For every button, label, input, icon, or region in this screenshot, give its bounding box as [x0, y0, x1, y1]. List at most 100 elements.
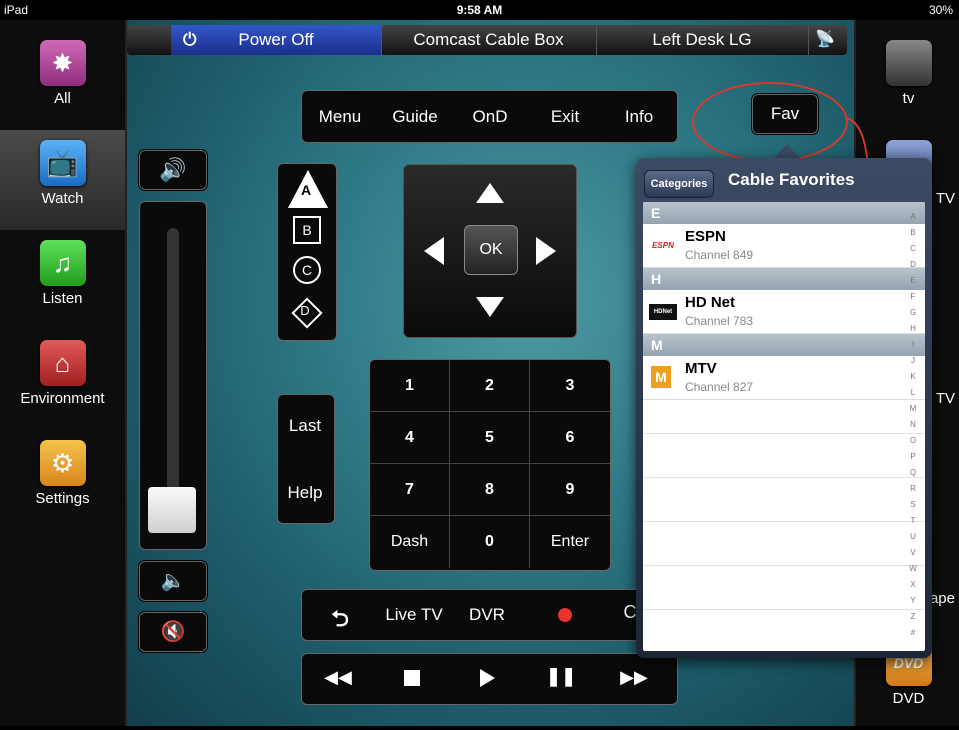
pause-icon: ❚❚ [546, 666, 577, 686]
list-item-mtv[interactable]: M MTV Channel 827 [643, 356, 925, 400]
index-letter[interactable]: B [905, 228, 921, 237]
annotation-oval [692, 82, 848, 162]
device-selector-lg[interactable]: Left Desk LG [596, 25, 809, 55]
index-letter[interactable]: D [905, 260, 921, 269]
battery-label: 30% [928, 3, 953, 17]
cable-favorites-popover: Categories Cable Favorites E ESPN ESPN C… [636, 158, 932, 658]
dpad-right-button[interactable] [536, 237, 556, 265]
key-2[interactable]: 2 [450, 360, 530, 412]
key-5[interactable]: 5 [450, 412, 530, 464]
key-8[interactable]: 8 [450, 464, 530, 516]
index-letter[interactable]: S [905, 500, 921, 509]
stop-button[interactable] [404, 670, 420, 686]
guide-button[interactable]: Guide [380, 107, 450, 127]
key-0[interactable]: 0 [450, 516, 530, 568]
popover-header: Categories Cable Favorites [636, 158, 932, 202]
index-letter[interactable]: F [905, 292, 921, 301]
sidebar-item-watch[interactable]: 📺 Watch [0, 130, 125, 230]
mute-button[interactable]: 🔇 [139, 612, 207, 652]
key-9[interactable]: 9 [530, 464, 610, 516]
power-off-button[interactable]: ⏻ Power Off [171, 25, 382, 55]
info-button[interactable]: Info [604, 107, 674, 127]
ok-button[interactable]: OK [464, 225, 518, 275]
rewind-button[interactable]: ◀◀ [316, 667, 360, 688]
sidebar-item-label: Settings [35, 490, 90, 507]
index-letter[interactable]: L [905, 388, 921, 397]
sidebar-item-listen[interactable]: ♫ Listen [0, 230, 125, 330]
pause-button[interactable]: ❚❚ [546, 666, 576, 687]
key-4[interactable]: 4 [370, 412, 450, 464]
index-letter[interactable]: Q [905, 468, 921, 477]
tv-icon: 📺 [39, 140, 86, 186]
index-letter[interactable]: R [905, 484, 921, 493]
divider [643, 565, 925, 566]
volume-slider[interactable] [139, 201, 207, 550]
list-item-hdnet[interactable]: HDNet HD Net Channel 783 [643, 290, 925, 334]
index-letter[interactable]: P [905, 452, 921, 461]
index-letter[interactable]: M [905, 404, 921, 413]
index-letter[interactable]: V [905, 548, 921, 557]
number-pad: 1 2 3 4 5 6 7 8 9 Dash 0 Enter [369, 359, 611, 571]
index-letter[interactable]: G [905, 308, 921, 317]
section-header-m: M [643, 334, 925, 356]
dvr-button[interactable]: DVR [462, 605, 512, 625]
help-button[interactable]: Help [280, 483, 330, 503]
exit-button[interactable]: Exit [530, 107, 600, 127]
index-letter[interactable]: A [905, 212, 921, 221]
divider [643, 433, 925, 434]
popover-title: Cable Favorites [728, 170, 855, 189]
ond-button[interactable]: OnD [455, 107, 525, 127]
key-7[interactable]: 7 [370, 464, 450, 516]
key-enter[interactable]: Enter [530, 516, 610, 568]
volume-down-button[interactable]: 🔈 [139, 561, 207, 601]
live-tv-button[interactable]: Live TV [376, 605, 452, 625]
index-letter[interactable]: T [905, 516, 921, 525]
index-letter[interactable]: J [905, 356, 921, 365]
key-1[interactable]: 1 [370, 360, 450, 412]
b-button[interactable]: B [293, 216, 321, 244]
status-bar: iPad 9:58 AM 30% [0, 0, 959, 20]
mute-icon: 🔇 [160, 621, 186, 643]
sidebar-item-label: Watch [41, 190, 84, 207]
index-letter[interactable]: E [905, 276, 921, 285]
a-button[interactable]: A [291, 172, 321, 200]
index-letter[interactable]: Y [905, 596, 921, 605]
menu-button[interactable]: Menu [305, 107, 375, 127]
dpad-left-button[interactable] [424, 237, 444, 265]
index-letter[interactable]: O [905, 436, 921, 445]
index-letter[interactable]: H [905, 324, 921, 333]
sidebar-item-environment[interactable]: ⌂ Environment [0, 330, 125, 430]
key-6[interactable]: 6 [530, 412, 610, 464]
sidebar-item-all[interactable]: ✸ All [0, 30, 125, 130]
index-letter[interactable]: X [905, 580, 921, 589]
sidebar-item-settings[interactable]: ⚙ Settings [0, 430, 125, 530]
fast-forward-icon: ▶▶ [620, 667, 648, 687]
volume-thumb[interactable] [148, 487, 196, 533]
record-button[interactable] [558, 608, 572, 622]
d-button[interactable]: D [290, 300, 320, 322]
index-letter[interactable]: K [905, 372, 921, 381]
gears-icon: ⚙ [39, 440, 86, 486]
index-letter[interactable]: I [905, 340, 921, 349]
dpad-up-button[interactable] [476, 183, 504, 203]
volume-up-button[interactable]: 🔊 [139, 150, 207, 190]
device-selector-comcast[interactable]: Comcast Cable Box [381, 25, 597, 55]
key-3[interactable]: 3 [530, 360, 610, 412]
index-letter[interactable]: W [905, 564, 921, 573]
index-letter[interactable]: Z [905, 612, 921, 621]
dpad-down-button[interactable] [476, 297, 504, 317]
last-button[interactable]: Last [280, 416, 330, 436]
index-letter[interactable]: N [905, 420, 921, 429]
index-letter[interactable]: U [905, 532, 921, 541]
back-arrow-button[interactable]: ⮌ [326, 602, 354, 640]
index-letter[interactable]: # [905, 628, 921, 637]
index-letter[interactable]: C [905, 244, 921, 253]
key-dash[interactable]: Dash [370, 516, 450, 568]
popover-arrow [774, 144, 800, 158]
fast-forward-button[interactable]: ▶▶ [612, 667, 656, 688]
play-button[interactable] [480, 669, 495, 687]
c-button[interactable]: C [293, 256, 321, 284]
compass-icon: ✸ [39, 40, 86, 86]
categories-back-button[interactable]: Categories [644, 170, 714, 198]
list-item-espn[interactable]: ESPN ESPN Channel 849 [643, 224, 925, 268]
